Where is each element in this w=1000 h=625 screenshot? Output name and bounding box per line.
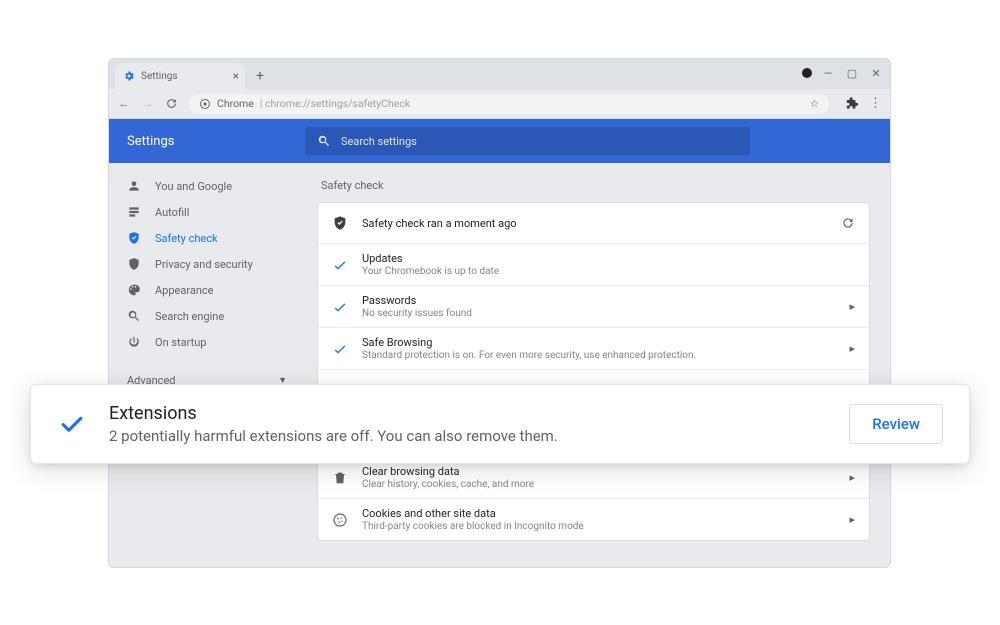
sidebar-item-safety-check[interactable]: Safety check [109,225,305,251]
sidebar-item-privacy[interactable]: Privacy and security [109,251,305,277]
close-window-icon[interactable]: ✕ [868,65,884,81]
shield-icon [332,215,348,231]
chevron-right-icon: ▸ [849,342,855,355]
review-button[interactable]: Review [849,404,943,444]
safety-row-safe-browsing[interactable]: Safe Browsing Standard protection is on.… [318,327,869,369]
sidebar-label: Autofill [155,206,189,219]
row-title: Clear browsing data [362,465,835,478]
row-sub: Clear history, cookies, cache, and more [362,479,835,490]
check-icon [332,257,348,273]
chevron-right-icon: ▸ [849,513,855,526]
callout-subtitle: 2 potentially harmful extensions are off… [109,427,827,445]
sidebar: You and Google Autofill Safety check Pri… [109,163,305,567]
main-panel: Safety check Safety check ran a moment a… [305,163,890,567]
extensions-callout: Extensions 2 potentially harmful extensi… [30,384,970,464]
row-title: Safe Browsing [362,336,835,349]
search-icon [127,309,141,323]
new-tab-button[interactable]: + [249,65,271,87]
maximize-icon[interactable]: ▢ [844,65,860,81]
palette-icon [127,283,141,297]
minimize-icon[interactable]: — [820,65,836,81]
safety-header-row: Safety check ran a moment ago [318,203,869,243]
check-icon [332,341,348,357]
safety-row-passwords[interactable]: Passwords No security issues found ▸ [318,285,869,327]
check-icon [332,299,348,315]
star-icon[interactable]: ☆ [810,97,819,110]
sidebar-label: Appearance [155,284,214,297]
settings-title: Settings [109,134,305,149]
search-icon [317,134,331,148]
tab-strip: Settings × + — ▢ ✕ [109,59,890,89]
content-area: You and Google Autofill Safety check Pri… [109,163,890,567]
row-sub: Standard protection is on. For even more… [362,350,835,361]
back-button[interactable]: ← [117,97,131,110]
sidebar-label: Search engine [155,310,224,323]
privacy-card: Clear browsing data Clear history, cooki… [317,456,870,541]
reload-icon[interactable] [841,216,855,230]
shield-check-icon [127,231,141,245]
sidebar-label: You and Google [155,180,232,193]
secure-icon [199,98,211,110]
safety-header-text: Safety check ran a moment ago [362,217,827,230]
forward-button[interactable]: → [141,97,155,110]
sidebar-label: Privacy and security [155,258,253,271]
settings-header: Settings Search settings [109,119,890,163]
toolbar: ← → Chrome | chrome://settings/safetyChe… [109,89,890,119]
sidebar-item-autofill[interactable]: Autofill [109,199,305,225]
privacy-row-cookies[interactable]: Cookies and other site data Third-party … [318,498,869,540]
close-tab-icon[interactable]: × [233,69,239,83]
row-sub: No security issues found [362,308,835,319]
search-placeholder: Search settings [341,135,417,148]
cookie-icon [332,512,348,528]
gear-icon [123,70,135,82]
omnibox[interactable]: Chrome | chrome://settings/safetyCheck ☆ [189,94,829,114]
window-controls: — ▢ ✕ [802,65,884,81]
sidebar-item-on-startup[interactable]: On startup [109,329,305,355]
sidebar-label: Safety check [155,232,218,245]
search-settings-input[interactable]: Search settings [305,127,750,155]
power-icon [127,335,141,349]
menu-icon[interactable]: ⋮ [869,96,882,111]
sidebar-item-search-engine[interactable]: Search engine [109,303,305,329]
row-sub: Your Chromebook is up to date [362,266,855,277]
sidebar-item-appearance[interactable]: Appearance [109,277,305,303]
sidebar-item-you-and-google[interactable]: You and Google [109,173,305,199]
sidebar-label: On startup [155,336,206,349]
callout-title: Extensions [109,403,827,424]
row-sub: Third-party cookies are blocked in Incog… [362,521,835,532]
trash-icon [332,470,348,486]
row-title: Passwords [362,294,835,307]
check-icon [57,409,87,439]
autofill-icon [127,205,141,219]
section-title: Safety check [321,179,870,192]
safety-row-updates: Updates Your Chromebook is up to date [318,243,869,285]
browser-tab[interactable]: Settings × [115,63,245,89]
row-title: Updates [362,252,855,265]
omnibox-url: | chrome://settings/safetyCheck [260,97,410,110]
record-icon [802,68,812,78]
browser-window: Settings × + — ▢ ✕ ← → Chrome | chrome:/… [108,58,891,568]
chevron-right-icon: ▸ [849,471,855,484]
person-icon [127,179,141,193]
reload-button[interactable] [165,97,179,110]
row-title: Cookies and other site data [362,507,835,520]
omnibox-prefix: Chrome [217,97,254,110]
extensions-icon[interactable] [845,97,859,111]
shield-icon [127,257,141,271]
chevron-right-icon: ▸ [849,300,855,313]
tab-title: Settings [141,71,178,82]
